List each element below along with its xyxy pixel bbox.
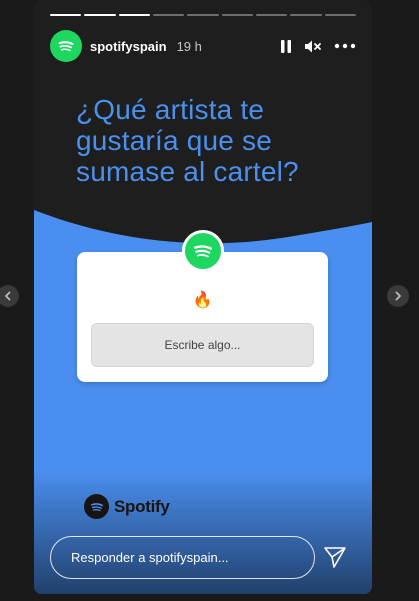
progress-segment xyxy=(84,14,116,16)
spotify-brand: Spotify xyxy=(84,494,170,519)
sticker-avatar xyxy=(182,230,224,272)
spotify-logo-icon xyxy=(58,41,74,52)
send-icon xyxy=(324,547,346,568)
time-ago: 19 h xyxy=(176,38,202,54)
next-story-button[interactable] xyxy=(387,285,409,307)
chevron-left-icon xyxy=(5,291,11,301)
spotify-logo-icon xyxy=(84,494,109,519)
reply-input[interactable]: Responder a spotifyspain... xyxy=(50,536,315,579)
question-text: ¿Qué artista te gustaría que se sumase a… xyxy=(76,94,299,187)
previous-story-button[interactable] xyxy=(0,285,19,307)
more-options-button[interactable] xyxy=(334,43,356,49)
pause-button[interactable] xyxy=(280,39,292,54)
progress-segment xyxy=(255,14,288,16)
spotify-logo-icon xyxy=(194,245,212,258)
fire-emoji: 🔥 xyxy=(192,292,213,309)
story-header: spotifyspain 19 h xyxy=(50,30,356,62)
mute-icon xyxy=(305,40,321,52)
progress-segment xyxy=(324,14,356,16)
avatar[interactable] xyxy=(50,30,82,62)
progress-segment xyxy=(118,14,150,16)
progress-segment xyxy=(152,14,185,16)
progress-segment xyxy=(50,14,82,16)
story-progress-bar xyxy=(50,14,356,17)
pause-icon xyxy=(281,39,291,53)
story-viewer[interactable]: spotifyspain 19 h ¿Qué artista te gustar… xyxy=(34,0,372,594)
more-options-icon xyxy=(334,43,356,49)
progress-segment xyxy=(290,14,322,16)
progress-segment xyxy=(187,14,219,16)
username[interactable]: spotifyspain xyxy=(90,39,167,54)
spotify-wordmark: Spotify xyxy=(114,496,170,516)
chevron-right-icon xyxy=(395,291,401,301)
answer-input[interactable]: Escribe algo... xyxy=(91,323,314,367)
send-button[interactable] xyxy=(323,545,347,569)
mute-button[interactable] xyxy=(304,39,322,54)
progress-segment xyxy=(221,14,253,16)
